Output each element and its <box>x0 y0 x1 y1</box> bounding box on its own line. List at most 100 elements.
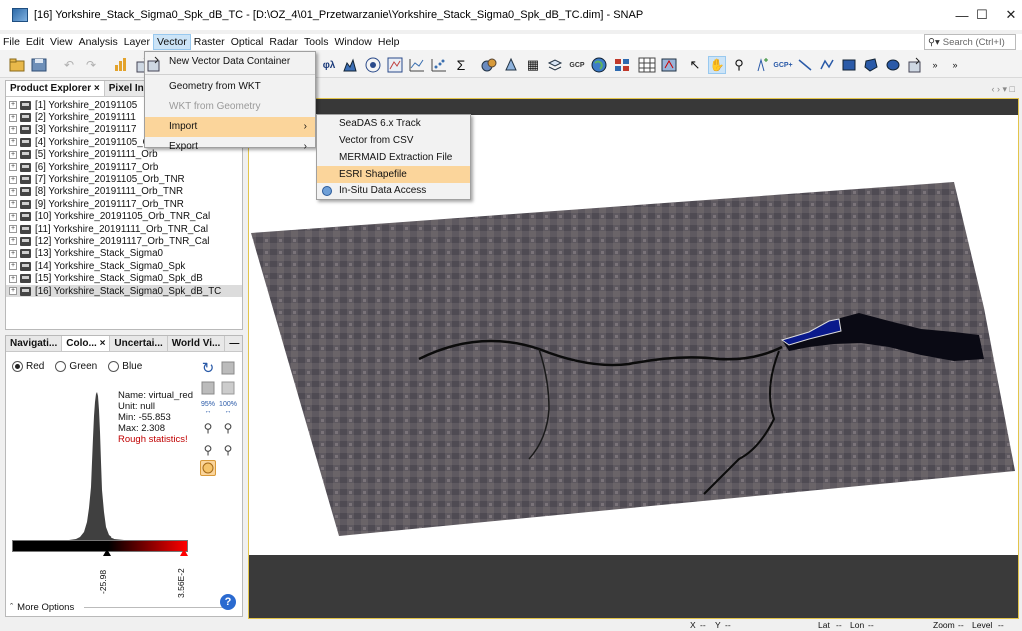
open-product-icon[interactable] <box>8 56 26 74</box>
menu-item-esri-shapefile[interactable]: ESRI Shapefile <box>317 166 470 183</box>
expand-node-icon[interactable]: + <box>9 187 17 196</box>
statistics-icon[interactable] <box>364 56 382 74</box>
menu-radar[interactable]: Radar <box>266 34 301 50</box>
bitmask-icon[interactable] <box>660 56 678 74</box>
expand-node-icon[interactable]: + <box>9 113 17 122</box>
undo-icon[interactable]: ↶ <box>60 56 78 74</box>
insert-vector-icon[interactable] <box>906 56 924 74</box>
pan-tool-icon[interactable]: ✋ <box>708 56 726 74</box>
expand-node-icon[interactable]: + <box>9 125 17 134</box>
ellipse-drawing-tool-icon[interactable] <box>884 56 902 74</box>
sum-statistics-icon[interactable]: Σ <box>452 56 470 74</box>
redo-icon[interactable]: ↷ <box>82 56 100 74</box>
import-palette-icon[interactable] <box>220 360 236 376</box>
band-maths-icon[interactable] <box>112 56 130 74</box>
select-tool-icon[interactable]: ↖ <box>686 56 704 74</box>
tab-navigation[interactable]: Navigati... <box>6 336 63 351</box>
product-tree-item[interactable]: + [8] Yorkshire_20191111_Orb_TNR <box>6 186 242 198</box>
expand-node-icon[interactable]: + <box>9 249 17 258</box>
menu-item-vector-from-csv[interactable]: Vector from CSV <box>317 132 470 149</box>
polyline-drawing-tool-icon[interactable] <box>818 56 836 74</box>
menu-analysis[interactable]: Analysis <box>76 34 121 50</box>
range-100-percent-icon[interactable]: 100% ↔ <box>219 400 237 416</box>
menu-item-import[interactable]: Import › <box>145 117 315 137</box>
zoom-in-vertical-icon[interactable]: ⚲ <box>200 420 216 436</box>
line-drawing-tool-icon[interactable] <box>796 56 814 74</box>
zoom-tool-icon[interactable]: ⚲ <box>730 56 748 74</box>
expand-node-icon[interactable]: + <box>9 138 17 147</box>
menu-item-seadas-track[interactable]: SeaDAS 6.x Track <box>317 115 470 132</box>
product-tree-item[interactable]: + [10] Yorkshire_20191105_Orb_TNR_Cal <box>6 211 242 223</box>
product-tree-item[interactable]: + [15] Yorkshire_Stack_Sigma0_Spk_dB <box>6 272 242 284</box>
document-nav-icon[interactable]: ‹ › ▾ □ <box>992 84 1015 95</box>
reset-defaults-icon[interactable]: ↻ <box>200 360 216 377</box>
menu-item-export[interactable]: Export › <box>145 137 315 157</box>
rectangle-drawing-tool-icon[interactable] <box>840 56 858 74</box>
tab-world-view[interactable]: World Vi... <box>168 336 226 351</box>
channel-green-radio[interactable]: Green <box>55 361 97 372</box>
expand-node-icon[interactable]: + <box>9 287 17 296</box>
menu-help[interactable]: Help <box>375 34 403 50</box>
product-tree-item[interactable]: + [11] Yorkshire_20191111_Orb_TNR_Cal <box>6 223 242 235</box>
menu-tools[interactable]: Tools <box>301 34 332 50</box>
zoom-out-horizontal-icon[interactable]: ⚲ <box>220 442 236 458</box>
info-toggle-icon[interactable] <box>200 460 216 476</box>
expand-node-icon[interactable]: + <box>9 274 17 283</box>
multi-apply-icon[interactable] <box>200 380 216 396</box>
information-icon[interactable] <box>386 56 404 74</box>
product-tree-item[interactable]: + [9] Yorkshire_20191117_Orb_TNR <box>6 198 242 210</box>
product-tree-item[interactable]: + [12] Yorkshire_20191117_Orb_TNR_Cal <box>6 235 242 247</box>
polygon-drawing-tool-icon[interactable] <box>862 56 880 74</box>
expand-node-icon[interactable]: + <box>9 262 17 271</box>
export-palette-icon[interactable] <box>220 380 236 396</box>
channel-red-radio[interactable]: Red <box>12 361 44 372</box>
menu-layer[interactable]: Layer <box>121 34 153 50</box>
expand-node-icon[interactable]: + <box>9 175 17 184</box>
max-slider-value[interactable]: 3.56E-2 <box>176 558 186 598</box>
menu-item-geometry-from-wkt[interactable]: Geometry from WKT <box>145 77 315 97</box>
help-icon[interactable]: ? <box>220 594 236 610</box>
min-slider-handle[interactable] <box>103 549 111 556</box>
channel-blue-radio[interactable]: Blue <box>108 361 142 372</box>
menu-item-new-vector-data-container[interactable]: New Vector Data Container <box>145 52 315 72</box>
product-tree-item[interactable]: + [6] Yorkshire_20191117_Orb <box>6 161 242 173</box>
world-map-icon[interactable] <box>590 56 608 74</box>
expand-node-icon[interactable]: + <box>9 150 17 159</box>
toolbar-overflow-icon-2[interactable]: » <box>946 56 964 74</box>
menu-vector[interactable]: Vector <box>152 34 191 50</box>
search-input[interactable]: ⚲▾ Search (Ctrl+I) <box>924 34 1016 50</box>
tab-uncertainty[interactable]: Uncertai... <box>110 336 168 351</box>
zoom-in-horizontal-icon[interactable]: ⚲ <box>200 442 216 458</box>
expand-node-icon[interactable]: + <box>9 237 17 246</box>
gcp-manager-icon[interactable]: GCP <box>568 56 586 74</box>
expand-node-icon[interactable]: + <box>9 212 17 221</box>
menu-optical[interactable]: Optical <box>228 34 267 50</box>
menu-window[interactable]: Window <box>332 34 375 50</box>
product-tree-item[interactable]: + [7] Yorkshire_20191105_Orb_TNR <box>6 173 242 185</box>
menu-item-mermaid-extraction-file[interactable]: MERMAID Extraction File <box>317 149 470 166</box>
tab-product-explorer[interactable]: Product Explorer × <box>6 81 105 96</box>
expand-node-icon[interactable]: + <box>9 163 17 172</box>
histogram-icon[interactable] <box>342 56 360 74</box>
product-tree-item[interactable]: + [16] Yorkshire_Stack_Sigma0_Spk_dB_TC <box>6 284 242 298</box>
profile-plot-icon[interactable] <box>408 56 426 74</box>
max-slider-handle[interactable] <box>180 549 188 556</box>
tab-colour-manipulation[interactable]: Colo... × <box>62 336 111 351</box>
wavelength-icon[interactable]: φλ <box>320 56 338 74</box>
product-tree-item[interactable]: + [14] Yorkshire_Stack_Sigma0_Spk <box>6 260 242 272</box>
min-slider-value[interactable]: -25.98 <box>98 558 108 594</box>
expand-node-icon[interactable]: + <box>9 101 17 110</box>
expand-node-icon[interactable]: + <box>9 225 17 234</box>
zoom-out-vertical-icon[interactable]: ⚲ <box>220 420 236 436</box>
range-95-percent-icon[interactable]: 95% ↔ <box>200 400 216 416</box>
maximize-button[interactable]: ☐ <box>962 0 1002 30</box>
menu-raster[interactable]: Raster <box>191 34 228 50</box>
product-tree-item[interactable]: + [13] Yorkshire_Stack_Sigma0 <box>6 248 242 260</box>
save-product-icon[interactable] <box>30 56 48 74</box>
pixel-info-icon[interactable] <box>614 56 632 74</box>
close-button[interactable]: ✕ <box>1000 0 1022 30</box>
grid-tool-icon[interactable]: ▦ <box>524 56 542 74</box>
expand-node-icon[interactable]: + <box>9 200 17 209</box>
pin-placing-tool-icon[interactable] <box>752 56 770 74</box>
gcp-placing-tool-icon[interactable]: GCP+ <box>773 56 792 74</box>
